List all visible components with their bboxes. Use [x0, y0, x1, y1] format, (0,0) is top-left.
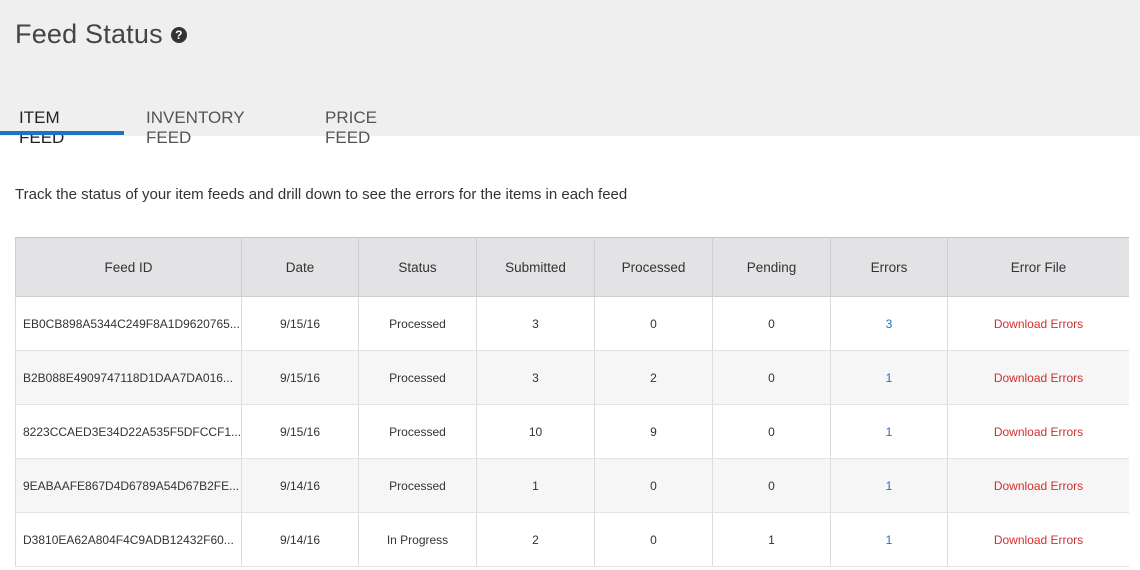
- table-row: D3810EA62A804F4C9ADB12432F60... 9/14/16 …: [15, 512, 1129, 567]
- table-row: B2B088E4909747118D1DAA7DA016... 9/15/16 …: [15, 350, 1129, 405]
- date-cell: 9/15/16: [241, 296, 359, 351]
- pending-cell: 0: [712, 404, 831, 459]
- date-cell: 9/15/16: [241, 404, 359, 459]
- download-errors-link[interactable]: Download Errors: [994, 533, 1083, 547]
- feed-id-cell: D3810EA62A804F4C9ADB12432F60...: [15, 512, 242, 567]
- download-errors-link[interactable]: Download Errors: [994, 371, 1083, 385]
- download-errors-link[interactable]: Download Errors: [994, 425, 1083, 439]
- status-cell: In Progress: [358, 512, 477, 567]
- processed-cell: 0: [594, 458, 713, 513]
- pending-cell: 0: [712, 296, 831, 351]
- errors-count-link[interactable]: 1: [886, 533, 893, 547]
- errors-cell: 1: [830, 512, 948, 567]
- errors-cell: 1: [830, 404, 948, 459]
- submitted-cell: 1: [476, 458, 595, 513]
- feed-table-container: Feed ID Date Status Submitted Processed …: [15, 237, 1129, 570]
- status-cell: Processed: [358, 296, 477, 351]
- submitted-cell: 2: [476, 512, 595, 567]
- status-cell: Processed: [358, 350, 477, 405]
- column-header-status[interactable]: Status: [358, 237, 477, 297]
- page-header: Feed Status ? ITEM FEED INVENTORY FEED P…: [0, 0, 1140, 147]
- page-description: Track the status of your item feeds and …: [15, 186, 628, 203]
- download-errors-link[interactable]: Download Errors: [994, 317, 1083, 331]
- column-header-submitted[interactable]: Submitted: [476, 237, 595, 297]
- feed-id-cell: 9EABAAFE867D4D6789A54D67B2FE...: [15, 458, 242, 513]
- feed-id-cell: B2B088E4909747118D1DAA7DA016...: [15, 350, 242, 405]
- status-cell: Processed: [358, 458, 477, 513]
- date-cell: 9/15/16: [241, 350, 359, 405]
- error-file-cell: Download Errors: [947, 512, 1129, 567]
- download-errors-link[interactable]: Download Errors: [994, 479, 1083, 493]
- date-cell: 9/14/16: [241, 458, 359, 513]
- active-tab-indicator: [0, 131, 124, 135]
- column-header-processed[interactable]: Processed: [594, 237, 713, 297]
- error-file-cell: Download Errors: [947, 404, 1129, 459]
- errors-count-link[interactable]: 1: [886, 425, 893, 439]
- submitted-cell: 3: [476, 296, 595, 351]
- help-icon[interactable]: ?: [170, 26, 187, 43]
- feed-id-cell: 8223CCAED3E34D22A535F5DFCCF1...: [15, 404, 242, 459]
- table-row: EB0CB898A5344C249F8A1D9620765... 9/15/16…: [15, 296, 1129, 351]
- feed-status-table: Feed ID Date Status Submitted Processed …: [15, 237, 1129, 567]
- table-row: 9EABAAFE867D4D6789A54D67B2FE... 9/14/16 …: [15, 458, 1129, 513]
- column-header-date[interactable]: Date: [241, 237, 359, 297]
- title-wrap: Feed Status ?: [15, 19, 187, 50]
- errors-cell: 1: [830, 458, 948, 513]
- tab-inventory-feed[interactable]: INVENTORY FEED: [146, 98, 286, 147]
- error-file-cell: Download Errors: [947, 296, 1129, 351]
- status-cell: Processed: [358, 404, 477, 459]
- tab-price-feed[interactable]: PRICE FEED: [325, 98, 425, 147]
- date-cell: 9/14/16: [241, 512, 359, 567]
- processed-cell: 0: [594, 512, 713, 567]
- pending-cell: 0: [712, 350, 831, 405]
- errors-cell: 1: [830, 350, 948, 405]
- page-title: Feed Status: [15, 19, 163, 49]
- pending-cell: 0: [712, 458, 831, 513]
- table-row: 8223CCAED3E34D22A535F5DFCCF1... 9/15/16 …: [15, 404, 1129, 459]
- submitted-cell: 10: [476, 404, 595, 459]
- processed-cell: 0: [594, 296, 713, 351]
- processed-cell: 2: [594, 350, 713, 405]
- column-header-feed-id[interactable]: Feed ID: [15, 237, 242, 297]
- error-file-cell: Download Errors: [947, 458, 1129, 513]
- error-file-cell: Download Errors: [947, 350, 1129, 405]
- errors-cell: 3: [830, 296, 948, 351]
- column-header-errors[interactable]: Errors: [830, 237, 948, 297]
- column-header-pending[interactable]: Pending: [712, 237, 831, 297]
- errors-count-link[interactable]: 3: [886, 317, 893, 331]
- table-header-row: Feed ID Date Status Submitted Processed …: [15, 237, 1129, 297]
- submitted-cell: 3: [476, 350, 595, 405]
- errors-count-link[interactable]: 1: [886, 479, 893, 493]
- errors-count-link[interactable]: 1: [886, 371, 893, 385]
- pending-cell: 1: [712, 512, 831, 567]
- feed-id-cell: EB0CB898A5344C249F8A1D9620765...: [15, 296, 242, 351]
- column-header-error-file[interactable]: Error File: [947, 237, 1129, 297]
- processed-cell: 9: [594, 404, 713, 459]
